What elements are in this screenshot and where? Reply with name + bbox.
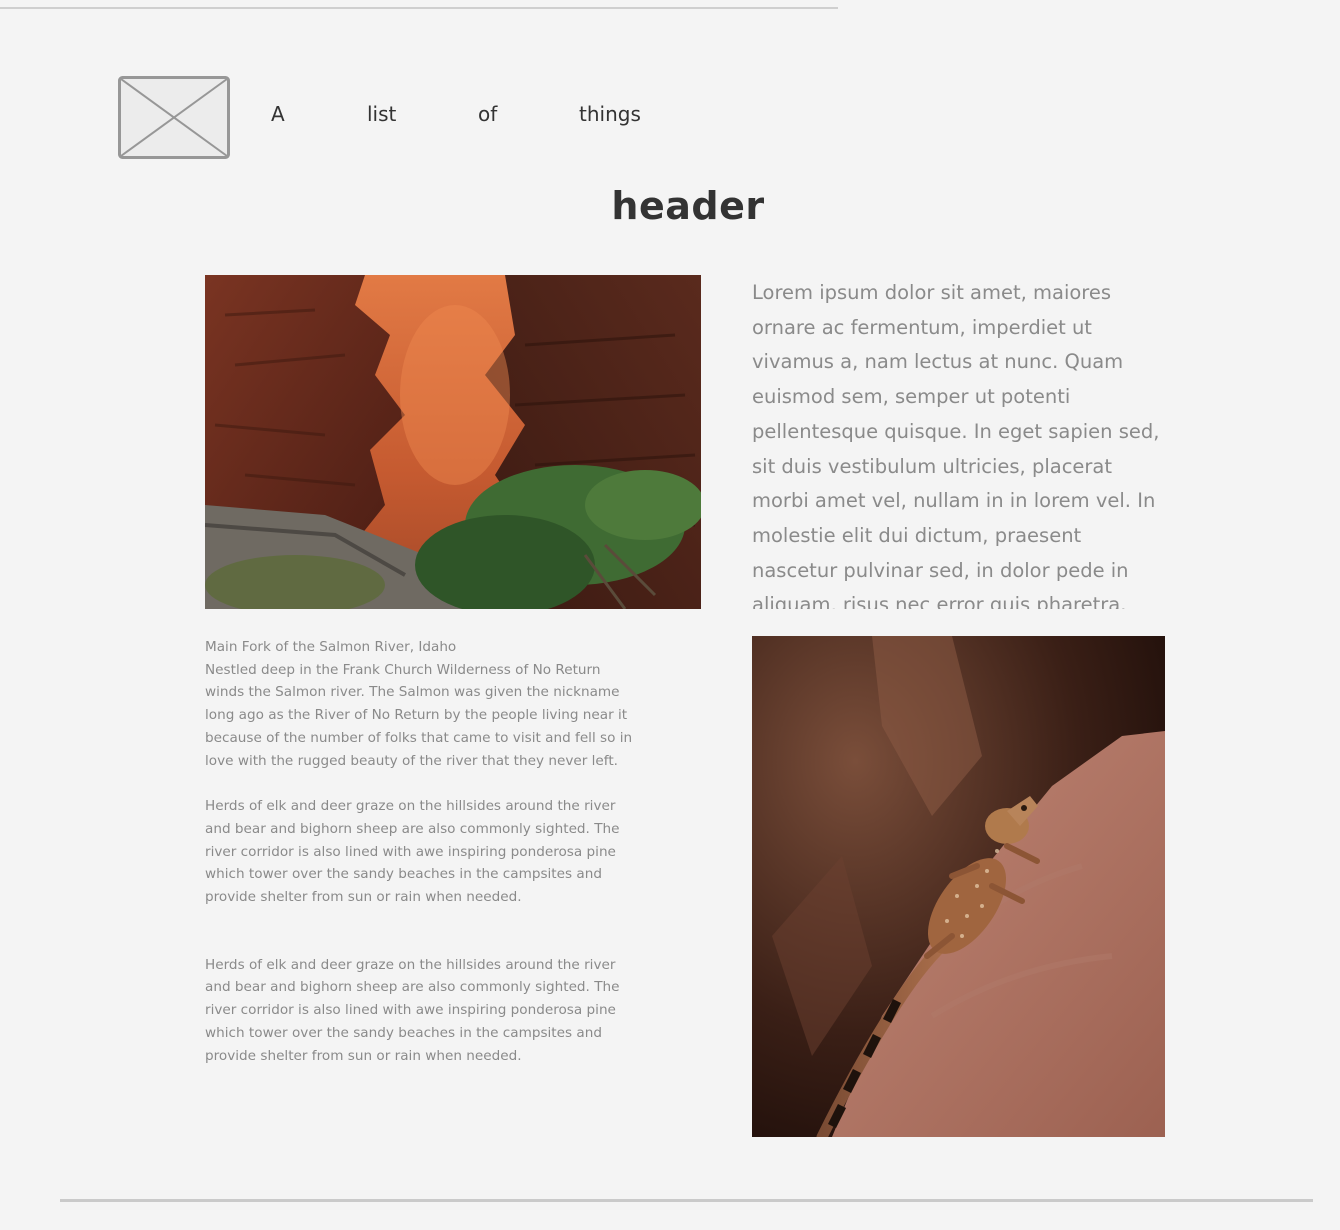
article-paragraph-2: Herds of elk and deer graze on the hills… — [205, 798, 620, 906]
intro-paragraph: Lorem ipsum dolor sit amet, maiores orna… — [752, 281, 1160, 609]
canyon-photo — [205, 275, 701, 609]
page-title: header — [611, 184, 765, 228]
nav-item-things[interactable]: things — [579, 102, 641, 126]
nav-item-a[interactable]: A — [271, 102, 285, 126]
article-paragraph-3: Herds of elk and deer graze on the hills… — [205, 956, 620, 1064]
bottom-divider — [60, 1199, 1313, 1202]
photo-caption: Main Fork of the Salmon River, Idaho — [205, 639, 457, 655]
lizard-photo — [752, 636, 1165, 1137]
top-divider — [0, 7, 838, 9]
article-body: Main Fork of the Salmon River, Idaho Nes… — [205, 636, 635, 1067]
article-paragraph-1: Nestled deep in the Frank Church Wildern… — [205, 661, 633, 769]
nav-item-list[interactable]: list — [367, 102, 396, 126]
main-nav: A list of things — [0, 102, 700, 132]
page: A list of things header Lorem ipsum dolo… — [0, 0, 1340, 1230]
nav-item-of[interactable]: of — [478, 102, 497, 126]
